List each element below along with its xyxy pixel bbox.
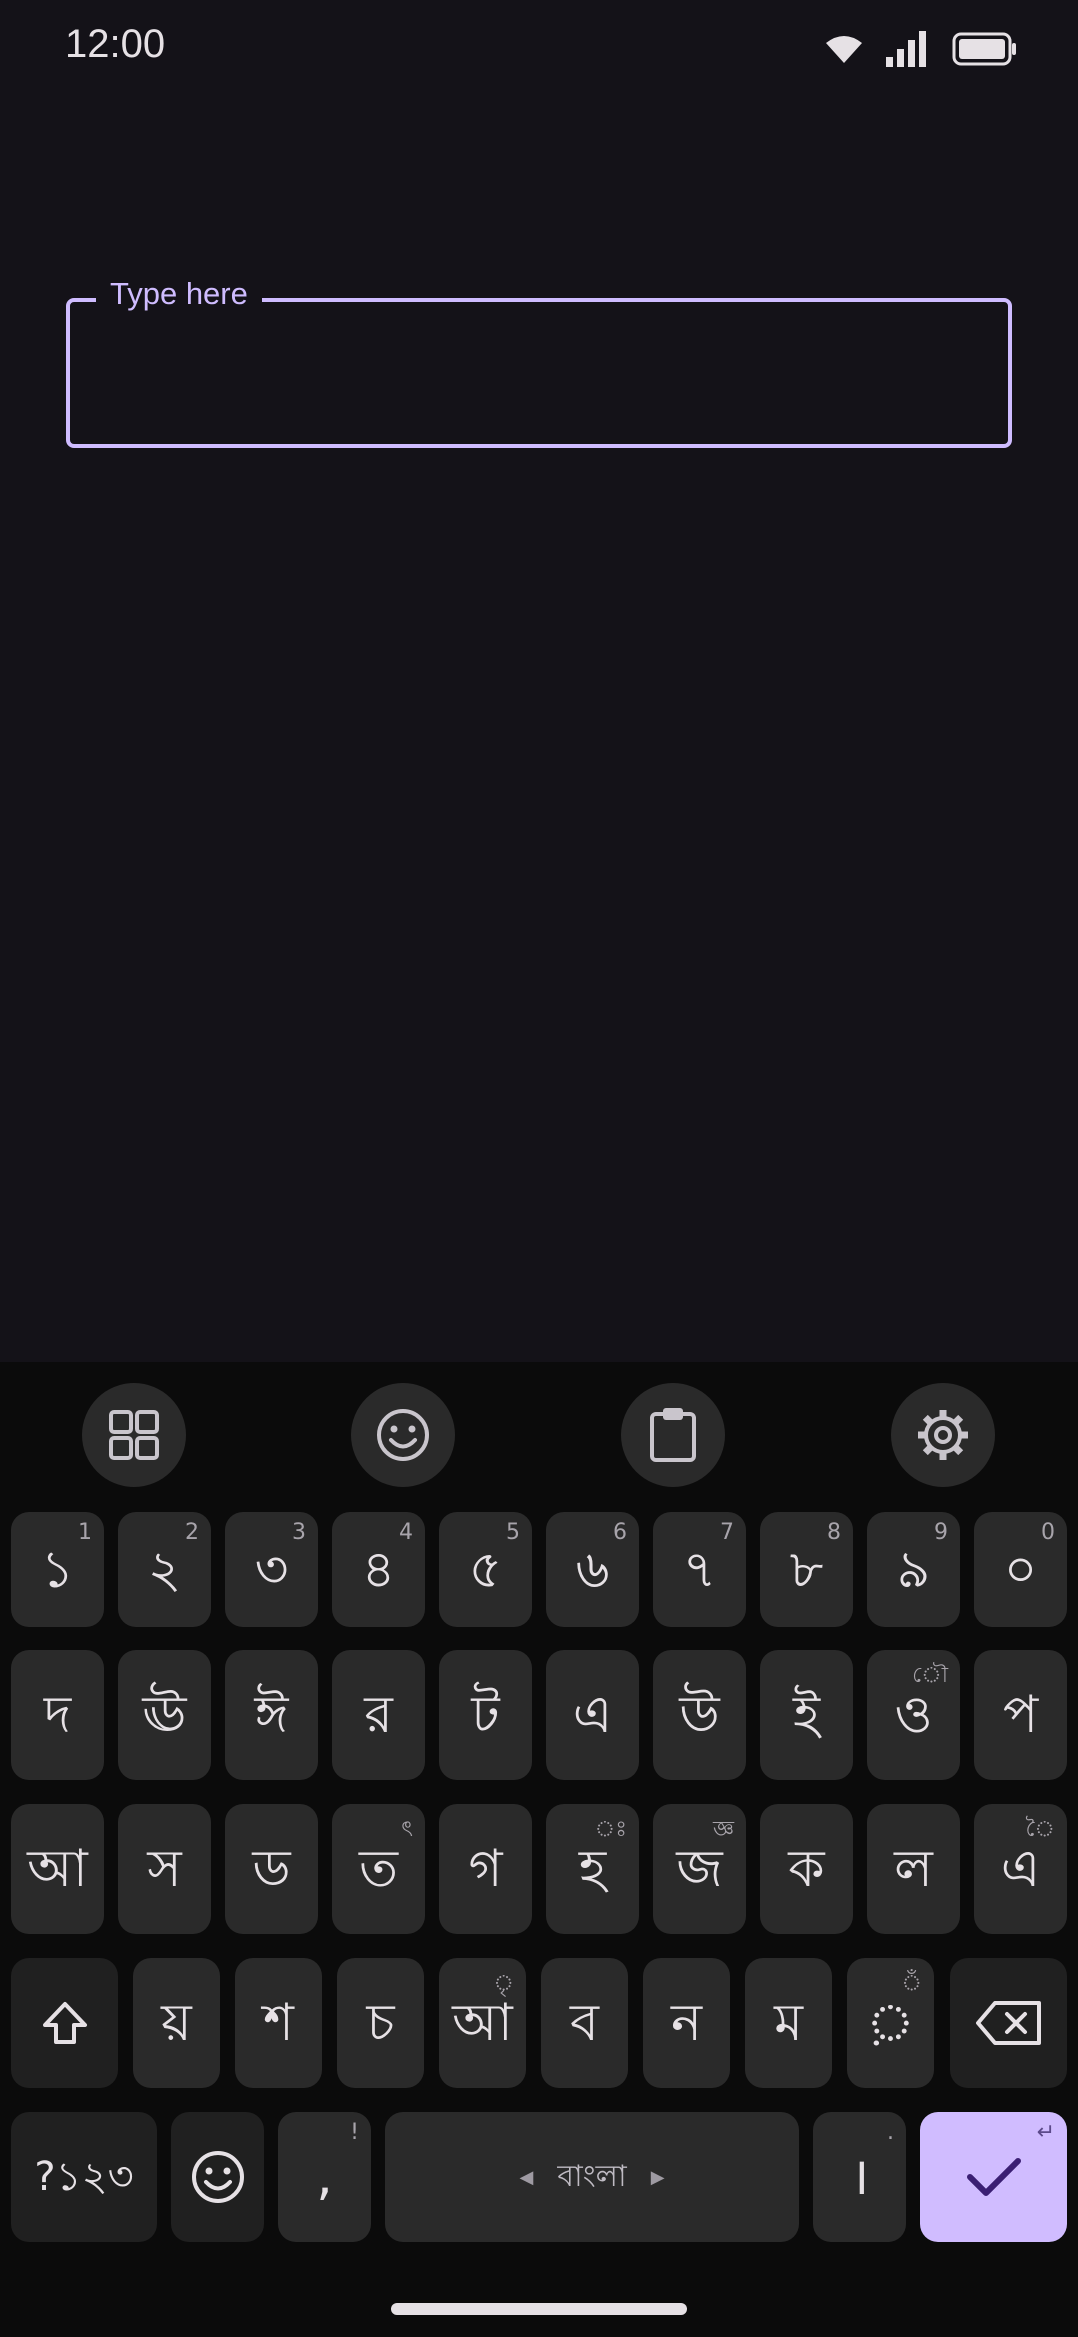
key[interactable]: ই — [760, 1650, 853, 1780]
key[interactable]: এৈ — [974, 1804, 1067, 1934]
key[interactable]: ০0 — [974, 1512, 1067, 1627]
key[interactable]: শ — [235, 1958, 322, 2088]
key[interactable]: এ — [546, 1650, 639, 1780]
arrow-left-icon: ◀ — [519, 2166, 534, 2188]
text-input[interactable] — [90, 340, 994, 412]
key[interactable]: প — [974, 1650, 1067, 1780]
key[interactable]: দ — [11, 1650, 104, 1780]
status-icons — [824, 26, 1018, 72]
key[interactable]: ৭7 — [653, 1512, 746, 1627]
enter-key[interactable]: ↵ — [920, 2112, 1067, 2242]
space-key[interactable]: ◀ বাংলা ▶ — [385, 2112, 799, 2242]
key[interactable]: ন — [643, 1958, 730, 2088]
danda-key[interactable]: । . — [813, 2112, 906, 2242]
key[interactable]: স — [118, 1804, 211, 1934]
key[interactable]: ওৌ — [867, 1650, 960, 1780]
key[interactable]: ৪4 — [332, 1512, 425, 1627]
key[interactable]: ড — [225, 1804, 318, 1934]
key[interactable]: আৃ — [439, 1958, 526, 2088]
emoji-icon — [377, 1409, 429, 1461]
wifi-icon — [826, 36, 862, 63]
key[interactable]: ৫5 — [439, 1512, 532, 1627]
arrow-right-icon: ▶ — [650, 2166, 665, 2188]
key[interactable]: গ — [439, 1804, 532, 1934]
space-language-label: ◀ বাংলা ▶ — [519, 2158, 665, 2194]
key[interactable]: ঈ — [225, 1650, 318, 1780]
backspace-icon — [975, 2001, 1041, 2045]
battery-icon — [952, 32, 1016, 66]
checkmark-icon — [966, 2158, 1021, 2196]
key[interactable]: ১1 — [11, 1512, 104, 1627]
cellular-signal-icon — [886, 31, 926, 67]
key[interactable]: তৎ — [332, 1804, 425, 1934]
apps-grid-button[interactable] — [82, 1383, 186, 1487]
key[interactable]: আ — [11, 1804, 104, 1934]
key[interactable]: ়ঁ — [847, 1958, 934, 2088]
settings-gear-icon — [918, 1410, 968, 1460]
key[interactable]: ৯9 — [867, 1512, 960, 1627]
key[interactable]: হঃ — [546, 1804, 639, 1934]
emoji-key[interactable] — [171, 2112, 264, 2242]
emoji-icon — [191, 2151, 244, 2203]
key[interactable]: জ জ্ঞ — [653, 1804, 746, 1934]
clipboard-button[interactable] — [621, 1383, 725, 1487]
key[interactable]: ২2 — [118, 1512, 211, 1627]
settings-button[interactable] — [891, 1383, 995, 1487]
clipboard-icon — [650, 1408, 696, 1462]
status-bar: 12:00 — [0, 0, 1078, 100]
key[interactable]: ম — [745, 1958, 832, 2088]
key[interactable]: উ — [653, 1650, 746, 1780]
key[interactable]: ব — [541, 1958, 628, 2088]
key[interactable]: ল — [867, 1804, 960, 1934]
key[interactable]: ঊ — [118, 1650, 211, 1780]
home-indicator[interactable] — [391, 2303, 687, 2315]
key[interactable]: র — [332, 1650, 425, 1780]
symbols-key[interactable]: ?১২৩ — [11, 2112, 157, 2242]
apps-grid-icon — [109, 1410, 159, 1460]
text-field-label: Type here — [96, 276, 262, 312]
shift-key[interactable] — [11, 1958, 118, 2088]
shift-icon — [42, 2002, 87, 2044]
key[interactable]: চ — [337, 1958, 424, 2088]
comma-key[interactable]: , ! — [278, 2112, 371, 2242]
key[interactable]: ৬6 — [546, 1512, 639, 1627]
key[interactable]: ৮8 — [760, 1512, 853, 1627]
key[interactable]: ট — [439, 1650, 532, 1780]
backspace-key[interactable] — [950, 1958, 1067, 2088]
key[interactable]: ক — [760, 1804, 853, 1934]
status-time: 12:00 — [65, 22, 166, 66]
emoji-button[interactable] — [351, 1383, 455, 1487]
key[interactable]: য় — [133, 1958, 220, 2088]
key[interactable]: ৩3 — [225, 1512, 318, 1627]
